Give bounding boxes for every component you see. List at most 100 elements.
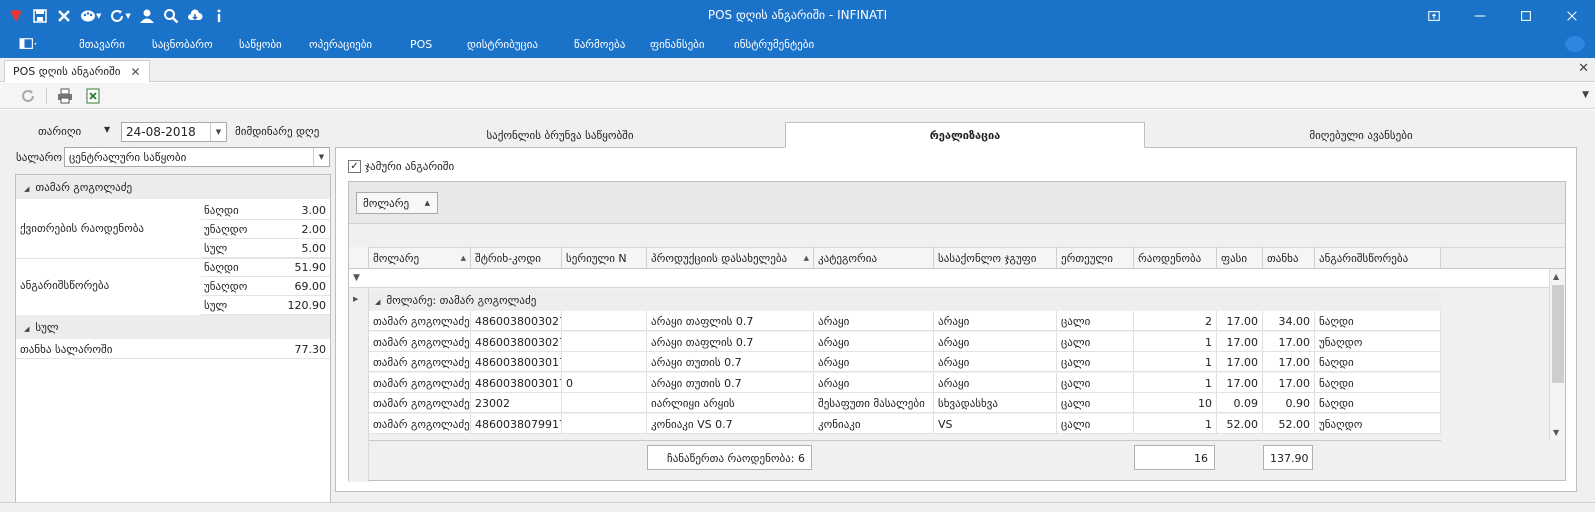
scroll-up-icon[interactable]: ▲	[1553, 272, 1559, 281]
collapse-triangle-icon[interactable]: ◢	[375, 298, 380, 306]
column-header-goods-group[interactable]: სასაქონლო ჯგუფი	[934, 247, 1057, 269]
tab-goods-turnover[interactable]: საქონლის ბრუნვა საწყობში	[335, 123, 785, 148]
close-icon[interactable]	[1549, 0, 1595, 31]
table-cell[interactable]: კონიაკი VS 0.7	[647, 413, 814, 434]
table-cell[interactable]: 1	[1134, 413, 1217, 434]
tab-received-advances[interactable]: მიღებული ავანსები	[1145, 123, 1577, 148]
table-row[interactable]: თამარ გოგოლაძე 4860038003017 არაყი თუთის 0…	[369, 352, 1441, 372]
table-cell[interactable]	[562, 311, 647, 331]
table-cell[interactable]: 4860038003027	[471, 331, 562, 352]
table-cell[interactable]: თამარ გოგოლაძე	[369, 372, 471, 393]
table-cell[interactable]: 17.00	[1217, 311, 1263, 331]
restore-panel-icon[interactable]	[1411, 0, 1457, 31]
column-header-amount[interactable]: თანხა	[1263, 247, 1315, 269]
table-cell[interactable]: არაყი	[934, 311, 1057, 331]
cashbox-dropdown-icon[interactable]: ▼	[313, 148, 329, 166]
table-cell[interactable]: არაყი	[814, 331, 934, 352]
table-cell[interactable]: 34.00	[1263, 311, 1315, 331]
table-cell[interactable]: შესაფუთი მასალები	[814, 393, 934, 413]
table-cell[interactable]: 0.90	[1263, 393, 1315, 413]
menu-item-production[interactable]: წარმოება	[574, 38, 625, 51]
table-cell[interactable]: თამარ გოგოლაძე	[369, 393, 471, 413]
table-cell[interactable]: 1	[1134, 331, 1217, 352]
group-by-cashier-chip[interactable]: მოლარე ▲	[356, 192, 438, 214]
table-cell[interactable]	[562, 331, 647, 352]
menu-item-operations[interactable]: ოპერაციები	[309, 38, 372, 51]
maximize-icon[interactable]	[1503, 0, 1549, 31]
column-header-cashier[interactable]: მოლარე ▲	[369, 247, 471, 269]
table-cell[interactable]: არაყი თაფლის 0.7	[647, 331, 814, 352]
table-cell[interactable]: 1	[1134, 352, 1217, 372]
current-day-link[interactable]: მიმდინარე დღე	[235, 125, 319, 138]
table-cell[interactable]: იარლიყი არყის	[647, 393, 814, 413]
table-cell[interactable]: ცალი	[1057, 311, 1134, 331]
table-cell[interactable]: 17.00	[1263, 372, 1315, 393]
table-cell[interactable]: ცალი	[1057, 372, 1134, 393]
toolbar-overflow-icon[interactable]: ▼	[1582, 90, 1589, 100]
column-header-category[interactable]: კატეგორია	[814, 247, 934, 269]
table-cell[interactable]: 4860038079917	[471, 413, 562, 434]
table-cell[interactable]: 23002	[471, 393, 562, 413]
collapse-triangle-icon[interactable]: ◢	[24, 185, 29, 193]
table-cell[interactable]: არაყი	[934, 352, 1057, 372]
minimize-icon[interactable]	[1457, 0, 1503, 31]
auto-filter-row[interactable]: ▼	[349, 269, 1565, 288]
column-header-unit[interactable]: ერთეული	[1057, 247, 1134, 269]
table-cell[interactable]: 4860038003027	[471, 311, 562, 331]
table-row[interactable]: თამარ გოგოლაძე 4860038003027 არაყი თაფლის …	[369, 331, 1441, 352]
column-header-settlement[interactable]: ანგარიშსწორება	[1315, 247, 1441, 269]
table-cell[interactable]: 2	[1134, 311, 1217, 331]
table-cell[interactable]	[562, 352, 647, 372]
account-icon[interactable]	[1565, 36, 1585, 52]
menu-item-instruments[interactable]: ინსტრუმენტები	[734, 38, 814, 51]
menu-item-reference[interactable]: საცნობარო	[152, 38, 213, 51]
date-dropdown-icon[interactable]: ▼	[210, 123, 226, 141]
collapse-triangle-icon[interactable]: ◢	[24, 325, 29, 333]
table-cell[interactable]: კონიაკი	[814, 413, 934, 434]
grid-vertical-scrollbar[interactable]: ▲ ▼	[1549, 269, 1565, 440]
date-picker[interactable]: 24-08-2018 ▼	[121, 122, 227, 142]
table-cell[interactable]: არაყი	[934, 331, 1057, 352]
table-cell[interactable]: უნაღდო	[1315, 331, 1441, 352]
table-row[interactable]: თამარ გოგოლაძე 4860038003017 0 არაყი თუთის …	[369, 372, 1441, 393]
print-icon[interactable]	[55, 87, 75, 105]
total-report-checkbox[interactable]: ✓ ჯამური ანგარიში	[348, 160, 454, 173]
table-cell[interactable]: VS	[934, 413, 1057, 434]
table-cell[interactable]: 17.00	[1263, 331, 1315, 352]
close-all-tabs-icon[interactable]: ✕	[1578, 61, 1589, 76]
table-cell[interactable]: 0	[562, 372, 647, 393]
table-cell[interactable]: 17.00	[1217, 372, 1263, 393]
table-cell[interactable]: ნაღდი	[1315, 311, 1441, 331]
table-row[interactable]: თამარ გოგოლაძე 23002 იარლიყი არყის შესაფუთი…	[369, 393, 1441, 413]
table-cell[interactable]: ცალი	[1057, 413, 1134, 434]
export-excel-icon[interactable]	[83, 87, 103, 105]
table-cell[interactable]	[562, 413, 647, 434]
table-cell[interactable]: სხვადასხვა	[934, 393, 1057, 413]
table-cell[interactable]: 1	[1134, 372, 1217, 393]
table-cell[interactable]: ცალი	[1057, 352, 1134, 372]
menu-item-warehouse[interactable]: საწყობი	[239, 38, 282, 51]
menu-item-pos[interactable]: POS	[410, 38, 432, 51]
column-header-barcode[interactable]: შტრიხ-კოდი	[471, 247, 562, 269]
table-row[interactable]: თამარ გოგოლაძე 4860038079917 კონიაკი VS 0.…	[369, 413, 1441, 434]
table-cell[interactable]: არაყი თაფლის 0.7	[647, 311, 814, 331]
table-cell[interactable]: არაყი	[934, 372, 1057, 393]
table-cell[interactable]: ცალი	[1057, 393, 1134, 413]
table-cell[interactable]: 52.00	[1263, 413, 1315, 434]
sidebar-toggle-icon[interactable]	[18, 36, 46, 52]
cashbox-select[interactable]: ცენტრალური საწყობი ▼	[64, 147, 330, 167]
scroll-thumb[interactable]	[1552, 285, 1564, 383]
scroll-down-icon[interactable]: ▼	[1553, 428, 1559, 437]
table-cell[interactable]: 4860038003017	[471, 352, 562, 372]
table-cell[interactable]: 17.00	[1217, 352, 1263, 372]
table-cell[interactable]: 4860038003017	[471, 372, 562, 393]
table-cell[interactable]: 0.09	[1217, 393, 1263, 413]
table-cell[interactable]: არაყი	[814, 311, 934, 331]
menu-item-finances[interactable]: ფინანსები	[650, 38, 705, 51]
table-cell[interactable]: 17.00	[1217, 331, 1263, 352]
column-header-serial[interactable]: სერიული N	[562, 247, 647, 269]
table-cell[interactable]: თამარ გოგოლაძე	[369, 413, 471, 434]
table-row[interactable]: თამარ გოგოლაძე 4860038003027 არაყი თაფლის …	[369, 311, 1441, 331]
table-cell[interactable]: ნაღდი	[1315, 352, 1441, 372]
summary-group-cashier[interactable]: ◢ თამარ გოგოლაძე	[16, 175, 330, 199]
